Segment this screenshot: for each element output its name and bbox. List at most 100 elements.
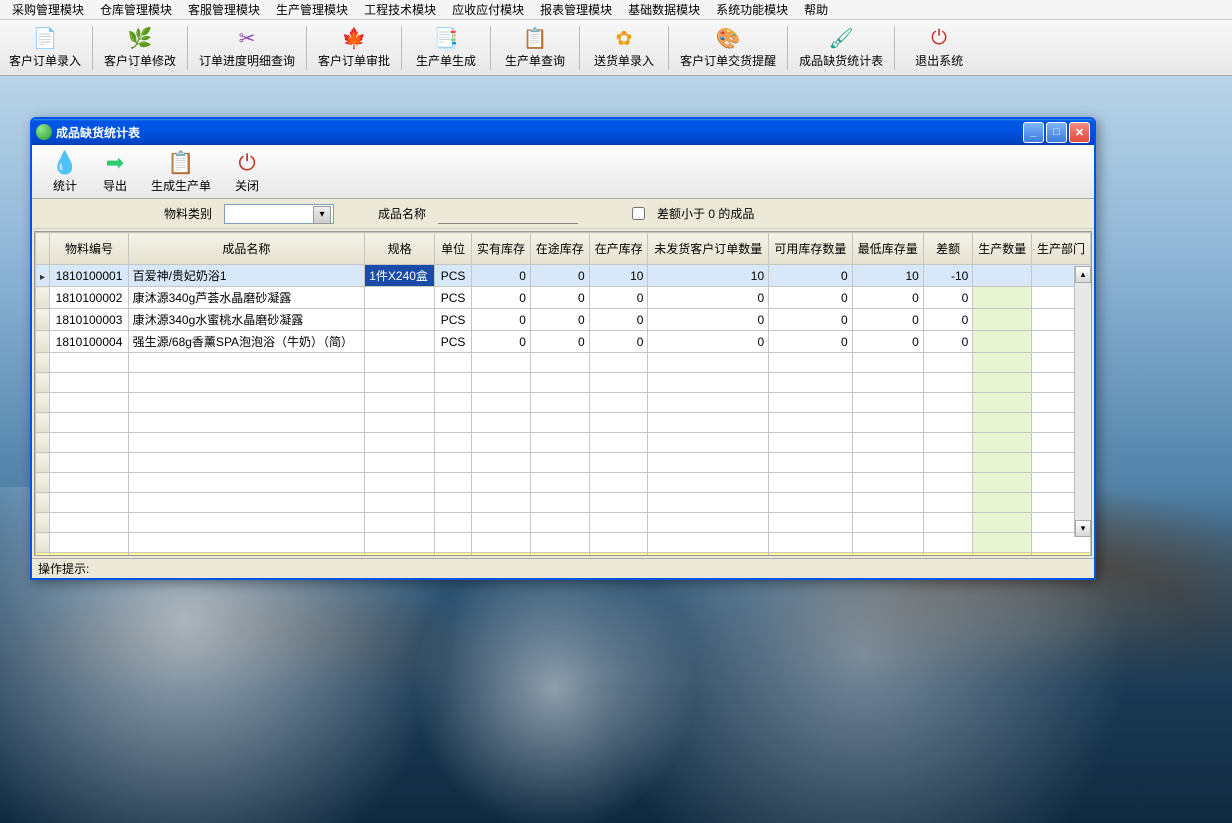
col-header[interactable]: 差额: [923, 233, 972, 265]
product-name-input[interactable]: [438, 204, 578, 224]
menu-item-6[interactable]: 报表管理模块: [532, 0, 620, 20]
table-row-empty: [36, 493, 1091, 513]
toolbar-btn-6[interactable]: ✿ 送货单录入: [584, 22, 664, 74]
toolbar-label: 退出系统: [915, 52, 963, 69]
col-header[interactable]: 最低库存量: [852, 233, 923, 265]
toolbar-icon: ✂: [235, 26, 259, 50]
shortage-stats-window: 成品缺货统计表 _ □ ✕ 💧统计➡导出📋生成生产单⏻关闭 物料类别 成品名称 …: [30, 117, 1096, 580]
toolbar-btn-7[interactable]: 🎨 客户订单交货提醒: [673, 22, 783, 74]
toolbar-btn-0[interactable]: 📄 客户订单录入: [2, 22, 88, 74]
toolbar-icon: 📑: [434, 26, 458, 50]
toolbar-btn-4[interactable]: 📑 生产单生成: [406, 22, 486, 74]
stats-button[interactable]: 💧统计: [40, 146, 90, 197]
toolbar-btn-8[interactable]: 🖌 成品缺货统计表: [792, 22, 890, 74]
menu-item-3[interactable]: 生产管理模块: [268, 0, 356, 20]
col-header[interactable]: 单位: [435, 233, 472, 265]
toolbar-icon: ✿: [612, 26, 636, 50]
col-header[interactable]: 规格: [365, 233, 435, 265]
menu-item-8[interactable]: 系统功能模块: [708, 0, 796, 20]
col-header[interactable]: 实有库存: [472, 233, 531, 265]
vertical-scrollbar[interactable]: ▴ ▾: [1074, 266, 1091, 537]
minimize-button[interactable]: _: [1023, 122, 1044, 143]
table-row-empty: [36, 433, 1091, 453]
statusbar: 操作提示:: [32, 558, 1094, 578]
menu-item-2[interactable]: 客服管理模块: [180, 0, 268, 20]
table-row[interactable]: 1810100002康沐源340g芦荟水晶磨砂凝露PCS0000000: [36, 287, 1091, 309]
gen-order-button-icon: 📋: [167, 149, 195, 177]
toolbar-icon: 📄: [33, 26, 57, 50]
grid-container: 物料编号成品名称规格单位实有库存在途库存在产库存未发货客户订单数量可用库存数量最…: [34, 231, 1092, 556]
diff-lt-zero-checkbox[interactable]: [632, 207, 645, 220]
filter-row: 物料类别 成品名称 差额小于 0 的成品: [32, 199, 1094, 229]
window-title: 成品缺货统计表: [56, 124, 1023, 141]
col-header[interactable]: 物料编号: [50, 233, 128, 265]
col-header[interactable]: 未发货客户订单数量: [648, 233, 769, 265]
col-header[interactable]: 生产部门: [1032, 233, 1091, 265]
table-row-empty: [36, 453, 1091, 473]
table-row[interactable]: 1810100003康沐源340g水蜜桃水晶磨砂凝露PCS0000000: [36, 309, 1091, 331]
toolbar-label: 客户订单修改: [104, 52, 176, 69]
export-button-label: 导出: [103, 177, 127, 194]
col-header[interactable]: 成品名称: [128, 233, 365, 265]
maximize-button[interactable]: □: [1046, 122, 1067, 143]
toolbar-btn-3[interactable]: 🍁 客户订单审批: [311, 22, 397, 74]
scroll-down-icon[interactable]: ▾: [1075, 520, 1091, 537]
toolbar-icon: 🌿: [128, 26, 152, 50]
product-name-label: 成品名称: [378, 205, 426, 222]
toolbar-icon: ⏻: [927, 26, 951, 50]
menu-item-5[interactable]: 应收应付模块: [444, 0, 532, 20]
shortage-grid[interactable]: 物料编号成品名称规格单位实有库存在途库存在产库存未发货客户订单数量可用库存数量最…: [35, 232, 1091, 555]
close-button[interactable]: ⏻关闭: [222, 146, 272, 197]
main-toolbar: 📄 客户订单录入 🌿 客户订单修改 ✂ 订单进度明细查询 🍁 客户订单审批 📑 生产单生成 📋生产单…: [0, 20, 1232, 76]
table-row-empty: [36, 513, 1091, 533]
menu-item-0[interactable]: 采购管理模块: [4, 0, 92, 20]
toolbar-icon: 🎨: [716, 26, 740, 50]
summary-row: [36, 553, 1091, 556]
window-icon: [36, 124, 52, 140]
window-titlebar[interactable]: 成品缺货统计表 _ □ ✕: [32, 119, 1094, 145]
stats-button-icon: 💧: [51, 149, 79, 177]
table-row-empty: [36, 353, 1091, 373]
col-header[interactable]: 在途库存: [530, 233, 589, 265]
menu-item-7[interactable]: 基础数据模块: [620, 0, 708, 20]
toolbar-btn-1[interactable]: 🌿 客户订单修改: [97, 22, 183, 74]
toolbar-icon: 🖌: [829, 26, 853, 50]
toolbar-label: 客户订单录入: [9, 52, 81, 69]
stats-button-label: 统计: [53, 177, 77, 194]
toolbar-icon: 🍁: [342, 26, 366, 50]
menu-item-4[interactable]: 工程技术模块: [356, 0, 444, 20]
table-row[interactable]: 1810100001百爱神/贵妃奶浴11件X240盒PCS001010010-1…: [36, 265, 1091, 287]
toolbar-label: 送货单录入: [594, 52, 654, 69]
gen-order-button[interactable]: 📋生成生产单: [140, 146, 222, 197]
table-row-empty: [36, 373, 1091, 393]
col-header[interactable]: 可用库存数量: [769, 233, 853, 265]
table-row-empty: [36, 393, 1091, 413]
toolbar-label: 客户订单审批: [318, 52, 390, 69]
close-button-label: 关闭: [235, 177, 259, 194]
export-button-icon: ➡: [101, 149, 129, 177]
menu-item-1[interactable]: 仓库管理模块: [92, 0, 180, 20]
toolbar-icon: 📋: [523, 26, 547, 50]
window-close-button[interactable]: ✕: [1069, 122, 1090, 143]
diff-lt-zero-label: 差额小于 0 的成品: [657, 205, 754, 222]
table-row-empty: [36, 473, 1091, 493]
toolbar-btn-2[interactable]: ✂ 订单进度明细查询: [192, 22, 302, 74]
toolbar-btn-5[interactable]: 📋生产单查询: [495, 22, 575, 74]
gen-order-button-label: 生成生产单: [151, 177, 211, 194]
material-type-combo[interactable]: [224, 204, 334, 224]
col-header[interactable]: 生产数量: [973, 233, 1032, 265]
col-header[interactable]: 在产库存: [589, 233, 648, 265]
table-row-empty: [36, 413, 1091, 433]
scroll-up-icon[interactable]: ▴: [1075, 266, 1091, 283]
toolbar-label: 订单进度明细查询: [199, 52, 295, 69]
export-button[interactable]: ➡导出: [90, 146, 140, 197]
menu-item-9[interactable]: 帮助: [796, 0, 836, 20]
table-row-empty: [36, 533, 1091, 553]
table-row[interactable]: 1810100004强生源/68g香薰SPA泡泡浴（牛奶）（简）PCS00000…: [36, 331, 1091, 353]
toolbar-btn-9[interactable]: ⏻ 退出系统: [899, 22, 979, 74]
toolbar-label: 客户订单交货提醒: [680, 52, 776, 69]
child-toolbar: 💧统计➡导出📋生成生产单⏻关闭: [32, 145, 1094, 199]
toolbar-label: 生产单生成: [416, 52, 476, 69]
toolbar-label: 成品缺货统计表: [799, 52, 883, 69]
material-type-label: 物料类别: [164, 205, 212, 222]
